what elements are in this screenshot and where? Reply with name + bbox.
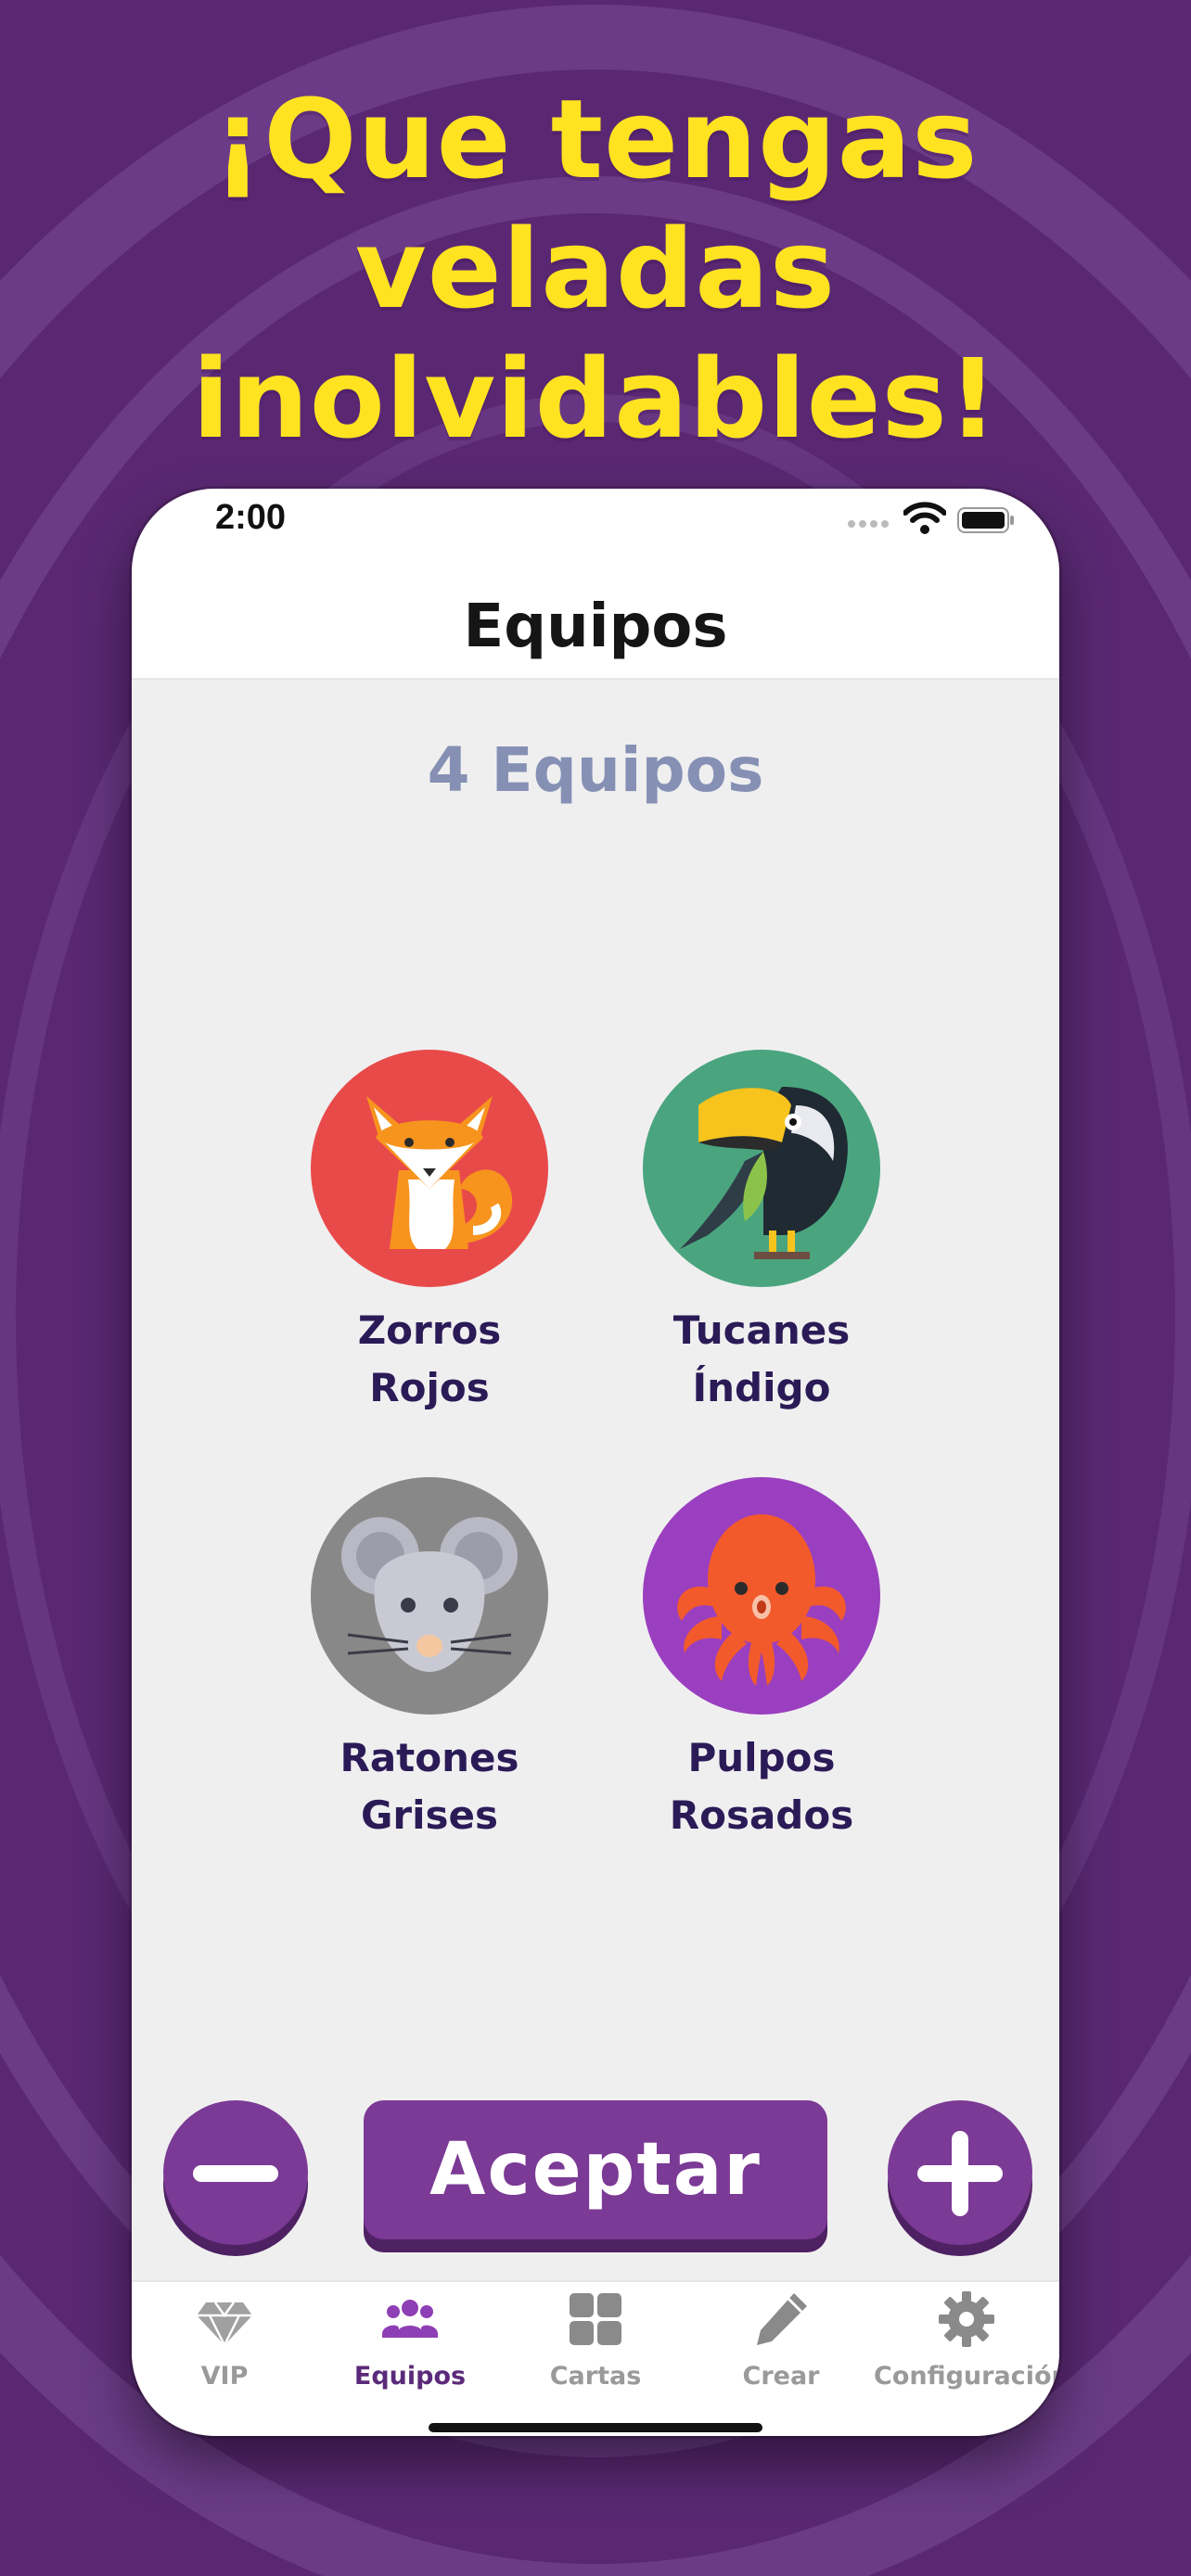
team-name: Pulpos Rosados: [622, 1729, 901, 1844]
team-name-line-2: Grises: [360, 1792, 499, 1838]
plus-icon: [917, 2131, 1003, 2216]
promo-headline: ¡Que tengas veladas inolvidables!: [0, 74, 1191, 464]
team-name-line-1: Ratones: [339, 1735, 519, 1780]
team-name: Zorros Rojos: [290, 1302, 569, 1417]
team-name-line-2: Rojos: [369, 1365, 490, 1410]
grid-icon: [570, 2293, 621, 2345]
battery-icon: [957, 507, 1014, 533]
team-card-ratones-grises[interactable]: Ratones Grises: [290, 1477, 569, 1844]
team-card-pulpos-rosados[interactable]: Pulpos Rosados: [622, 1477, 901, 1844]
page-title: Equipos: [463, 593, 728, 661]
tab-cartas[interactable]: Cartas: [503, 2282, 688, 2436]
minus-icon: [193, 2165, 278, 2182]
team-name-line-1: Tucanes: [672, 1307, 851, 1353]
octopus-icon: [677, 1514, 846, 1686]
team-card-zorros-rojos[interactable]: Zorros Rojos: [290, 1050, 569, 1417]
toucan-icon: [680, 1087, 848, 1259]
home-indicator: [429, 2423, 762, 2432]
tab-equipos[interactable]: Equipos: [317, 2282, 503, 2436]
team-card-tucanes-indigo[interactable]: Tucanes Índigo: [622, 1050, 901, 1417]
team-name-line-2: Índigo: [692, 1365, 831, 1410]
tab-label: Equipos: [353, 2362, 467, 2391]
team-avatar: [311, 1477, 548, 1715]
team-avatar: [643, 1477, 880, 1715]
team-avatar: [643, 1050, 880, 1287]
team-name-line-2: Rosados: [669, 1792, 854, 1838]
add-team-button[interactable]: [888, 2100, 1032, 2245]
gear-icon: [939, 2291, 994, 2347]
diamond-icon: [197, 2302, 252, 2348]
teams-count: 4 Equipos: [427, 734, 764, 806]
status-time: 2:00: [215, 498, 287, 537]
team-name-line-1: Pulpos: [687, 1735, 836, 1780]
accept-button[interactable]: Aceptar: [364, 2100, 827, 2239]
tab-configuracion[interactable]: Configuración: [874, 2282, 1059, 2436]
tab-crear[interactable]: Crear: [688, 2282, 874, 2436]
team-name: Ratones Grises: [290, 1729, 569, 1844]
remove-team-button[interactable]: [163, 2100, 308, 2245]
phone-screen: 2:00 Equipos 4 Equipos Zorros Rojos Tuca…: [132, 489, 1059, 2436]
headline-line-2: inolvidables!: [192, 335, 999, 463]
tab-label: Cartas: [549, 2362, 642, 2391]
mouse-icon: [341, 1517, 518, 1672]
navigation-bar: Equipos: [132, 572, 1059, 680]
tab-label: VIP: [200, 2362, 249, 2391]
team-name-line-1: Zorros: [357, 1307, 502, 1353]
fox-icon: [366, 1096, 513, 1249]
pencil-icon: [757, 2293, 807, 2345]
tab-label: Crear: [742, 2362, 820, 2391]
team-name: Tucanes Índigo: [622, 1302, 901, 1417]
signal-icon: [848, 520, 889, 528]
team-avatar: [311, 1050, 548, 1287]
headline-line-1: ¡Que tengas veladas: [212, 75, 979, 333]
tab-vip[interactable]: VIP: [132, 2282, 317, 2436]
tab-bar: VIP Equipos Cartas Crear Configuración: [132, 2280, 1059, 2436]
tab-label: Configuración: [874, 2362, 1059, 2391]
people-icon: [382, 2300, 438, 2338]
wifi-icon: [903, 502, 946, 534]
